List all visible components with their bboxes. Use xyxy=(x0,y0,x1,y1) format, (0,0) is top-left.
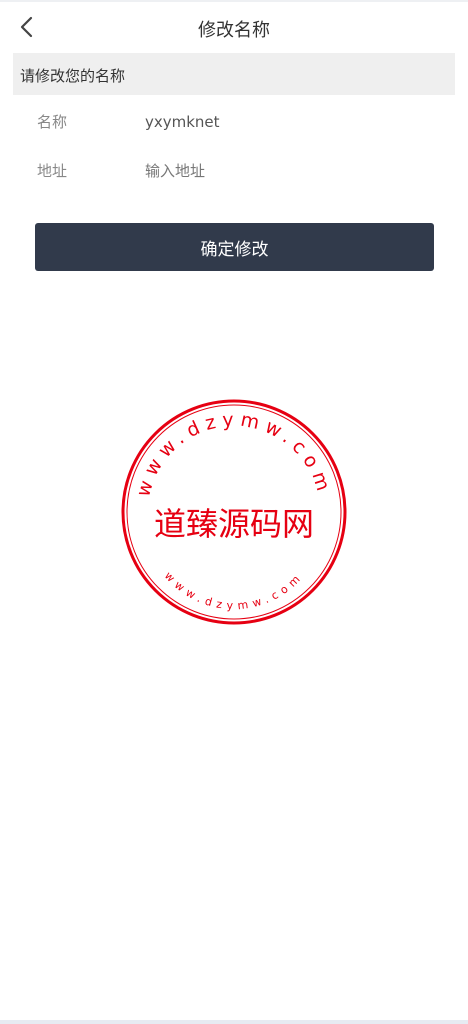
bottom-divider xyxy=(0,1020,468,1024)
section-label: 请修改您的名称 xyxy=(20,67,126,85)
page-title: 修改名称 xyxy=(198,20,270,41)
section-header: 请修改您的名称 xyxy=(13,53,455,95)
stamp-url-top: www.dzymw.com xyxy=(132,409,336,499)
address-label: 地址 xyxy=(37,162,68,180)
address-row: 地址 xyxy=(37,156,437,186)
name-input[interactable] xyxy=(145,107,435,137)
name-label: 名称 xyxy=(37,113,68,131)
name-row: 名称 xyxy=(37,107,437,137)
confirm-button[interactable]: 确定修改 xyxy=(35,223,434,271)
watermark-stamp: www.dzymw.com 道臻源码网 www.dzymw.com xyxy=(121,399,347,625)
stamp-site-name: 道臻源码网 xyxy=(154,505,314,543)
header-bar: 修改名称 xyxy=(0,2,468,52)
address-input[interactable] xyxy=(145,156,435,186)
